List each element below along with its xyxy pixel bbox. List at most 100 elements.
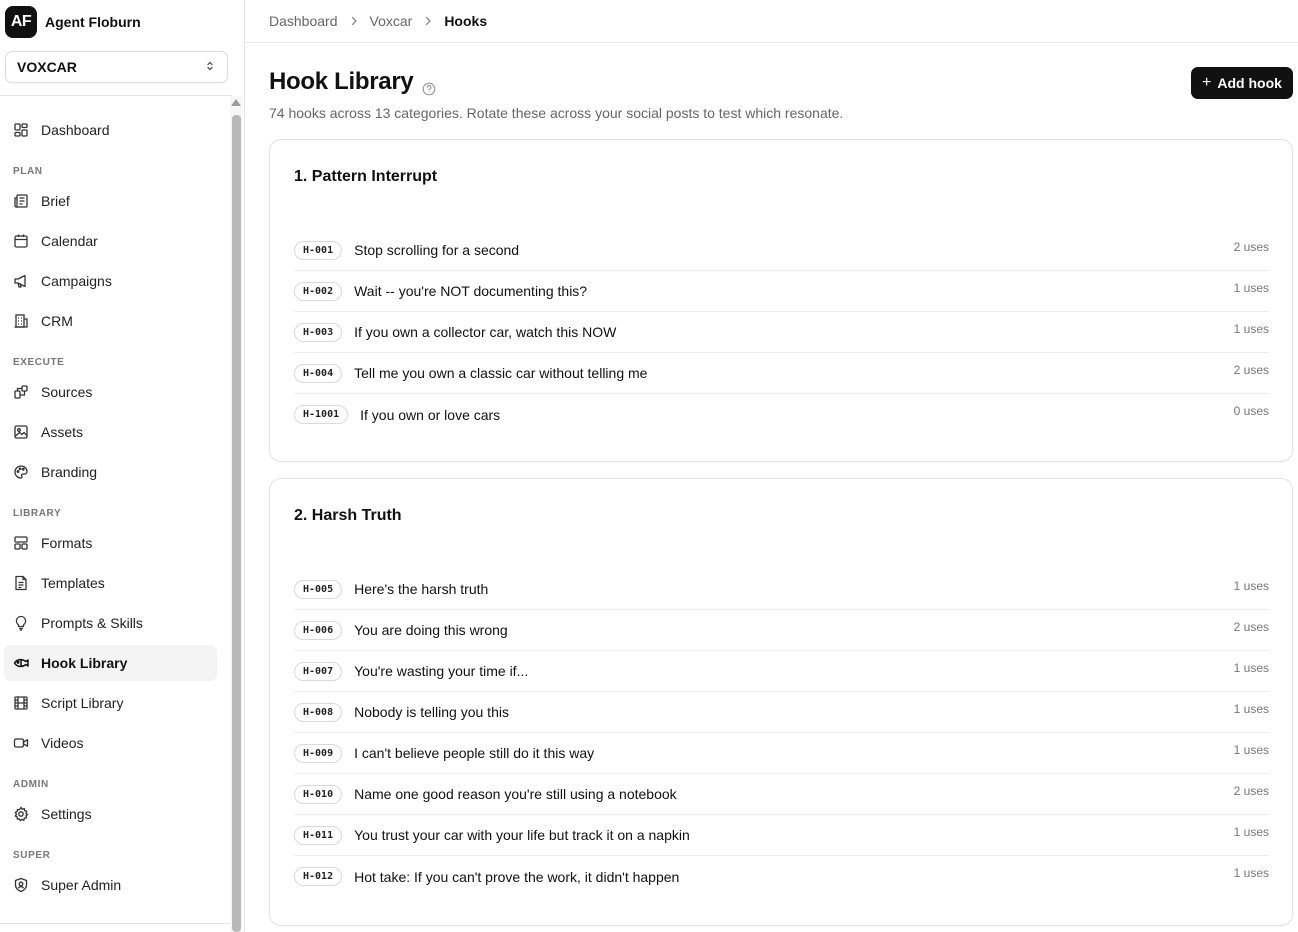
hook-text: You trust your car with your life but tr… <box>354 827 690 843</box>
hook-text: Name one good reason you're still using … <box>354 786 677 802</box>
hook-code-badge: H-006 <box>294 620 343 640</box>
hook-row[interactable]: H-012 Hot take: If you can't prove the wo… <box>294 856 1269 897</box>
sidebar-scrollbar-thumb[interactable] <box>232 115 241 932</box>
hook-text: Tell me you own a classic car without te… <box>354 365 648 381</box>
sources-icon <box>13 384 29 400</box>
fish-hook-icon <box>13 655 29 671</box>
hook-code-badge: H-012 <box>294 867 343 886</box>
sidebar-item-label: Sources <box>41 384 93 400</box>
hook-row[interactable]: H-006 You are doing this wrong 2 uses <box>294 610 1269 651</box>
hook-uses-count: 1 uses <box>1233 322 1269 336</box>
category-card: 2. Harsh Truth H-005 Here's the harsh tru… <box>269 478 1293 926</box>
add-hook-label: Add hook <box>1217 75 1282 91</box>
brand[interactable]: AF Agent Floburn <box>5 6 141 38</box>
page-title: Hook Library <box>269 68 436 96</box>
section-label-super: SUPER <box>13 850 51 861</box>
brand-name: Agent Floburn <box>45 14 141 30</box>
sidebar-item-hook-library[interactable]: Hook Library <box>4 645 217 681</box>
workspace-name: VOXCAR <box>17 59 77 75</box>
sidebar-item-label: Settings <box>41 806 92 822</box>
hook-uses-count: 1 uses <box>1233 702 1269 716</box>
sidebar-item-script-library[interactable]: Script Library <box>4 685 217 721</box>
file-text-icon <box>13 575 29 591</box>
sidebar-item-settings[interactable]: Settings <box>4 796 217 832</box>
workspace-selector[interactable]: VOXCAR <box>5 51 228 83</box>
hook-uses-count: 1 uses <box>1233 579 1269 593</box>
section-label-plan: PLAN <box>13 166 43 177</box>
hook-row[interactable]: H-007 You're wasting your time if... 1 use… <box>294 651 1269 692</box>
sidebar-item-branding[interactable]: Branding <box>4 454 217 490</box>
hook-row[interactable]: H-008 Nobody is telling you this 1 uses <box>294 692 1269 733</box>
add-hook-button[interactable]: + Add hook <box>1191 67 1293 99</box>
sidebar-item-label: Videos <box>41 735 84 751</box>
page-title-text: Hook Library <box>269 68 414 95</box>
hook-text: Hot take: If you can't prove the work, i… <box>354 868 680 885</box>
hook-row[interactable]: H-011 You trust your car with your life b… <box>294 815 1269 856</box>
hook-list: H-005 Here's the harsh truth 1 uses H-006 Yo… <box>294 569 1269 897</box>
sidebar-item-label: Brief <box>41 193 70 209</box>
sidebar-item-label: Prompts & Skills <box>41 615 143 631</box>
hook-text: Nobody is telling you this <box>354 704 509 720</box>
hook-code-badge: H-002 <box>294 281 343 301</box>
sidebar-item-label: Script Library <box>41 695 124 711</box>
chevron-up-down-icon <box>204 59 216 75</box>
brand-logo: AF <box>5 6 37 38</box>
palette-icon <box>13 464 29 480</box>
film-icon <box>13 695 29 711</box>
category-card: 1. Pattern Interrupt H-001 Stop scrolling… <box>269 139 1293 462</box>
scroll-up-arrow-icon[interactable] <box>231 99 241 106</box>
hook-text: Here's the harsh truth <box>354 581 489 597</box>
hook-code-badge: H-007 <box>294 661 343 681</box>
hook-uses-count: 1 uses <box>1233 825 1269 839</box>
category-title: 1. Pattern Interrupt <box>294 168 438 185</box>
sidebar-item-super-admin[interactable]: Super Admin <box>4 867 217 903</box>
sidebar-item-brief[interactable]: Brief <box>4 183 217 219</box>
hook-text: I can't believe people still do it this … <box>354 745 595 761</box>
hook-row[interactable]: H-002 Wait -- you're NOT documenting this… <box>294 271 1269 312</box>
breadcrumb: Dashboard Voxcar Hooks <box>245 0 1298 43</box>
sidebar-item-label: Campaigns <box>41 273 112 289</box>
sidebar-item-label: Assets <box>41 424 84 440</box>
sidebar-item-label: Calendar <box>41 233 98 249</box>
hook-code-badge: H-1001 <box>294 405 349 424</box>
hook-row[interactable]: H-003 If you own a collector car, watch t… <box>294 312 1269 353</box>
lightbulb-icon <box>13 615 29 631</box>
video-camera-icon <box>13 735 29 751</box>
hook-uses-count: 2 uses <box>1233 784 1269 798</box>
hook-row[interactable]: H-009 I can't believe people still do it … <box>294 733 1269 774</box>
hook-code-badge: H-009 <box>294 743 343 763</box>
hook-row[interactable]: H-001 Stop scrolling for a second 2 uses <box>294 230 1269 271</box>
hook-row[interactable]: H-005 Here's the harsh truth 1 uses <box>294 569 1269 610</box>
hook-row[interactable]: H-004 Tell me you own a classic car witho… <box>294 353 1269 394</box>
sidebar-item-campaigns[interactable]: Campaigns <box>4 263 217 299</box>
sidebar-item-dashboard[interactable]: Dashboard <box>4 112 217 148</box>
sidebar-item-formats[interactable]: Formats <box>4 525 217 561</box>
hook-row[interactable]: H-010 Name one good reason you're still u… <box>294 774 1269 815</box>
hook-row[interactable]: H-1001 If you own or love cars 0 uses <box>294 394 1269 435</box>
building-icon <box>13 313 29 329</box>
image-icon <box>13 424 29 440</box>
hook-uses-count: 0 uses <box>1233 404 1269 418</box>
hook-text: Stop scrolling for a second <box>354 242 520 258</box>
sidebar-item-assets[interactable]: Assets <box>4 414 217 450</box>
sidebar-item-templates[interactable]: Templates <box>4 565 217 601</box>
hook-code-badge: H-004 <box>294 363 343 383</box>
hook-uses-count: 1 uses <box>1233 743 1269 757</box>
hook-text: If you own or love cars <box>360 406 501 423</box>
sidebar-item-crm[interactable]: CRM <box>4 303 217 339</box>
breadcrumb-dashboard[interactable]: Dashboard <box>269 13 338 29</box>
sidebar-item-sources[interactable]: Sources <box>4 374 217 410</box>
hook-uses-count: 2 uses <box>1233 240 1269 254</box>
chevron-right-icon <box>422 15 434 27</box>
sidebar-divider <box>0 95 232 96</box>
sidebar-item-videos[interactable]: Videos <box>4 725 217 761</box>
megaphone-icon <box>13 273 29 289</box>
help-circle-icon[interactable] <box>422 75 436 96</box>
sidebar-item-prompts[interactable]: Prompts & Skills <box>4 605 217 641</box>
breadcrumb-voxcar[interactable]: Voxcar <box>370 13 413 29</box>
hook-list: H-001 Stop scrolling for a second 2 uses H-… <box>294 230 1269 435</box>
newspaper-icon <box>13 193 29 209</box>
sidebar: AF Agent Floburn VOXCAR Dashboard PLAN B… <box>0 0 245 932</box>
hook-code-badge: H-011 <box>294 825 343 845</box>
sidebar-item-calendar[interactable]: Calendar <box>4 223 217 259</box>
